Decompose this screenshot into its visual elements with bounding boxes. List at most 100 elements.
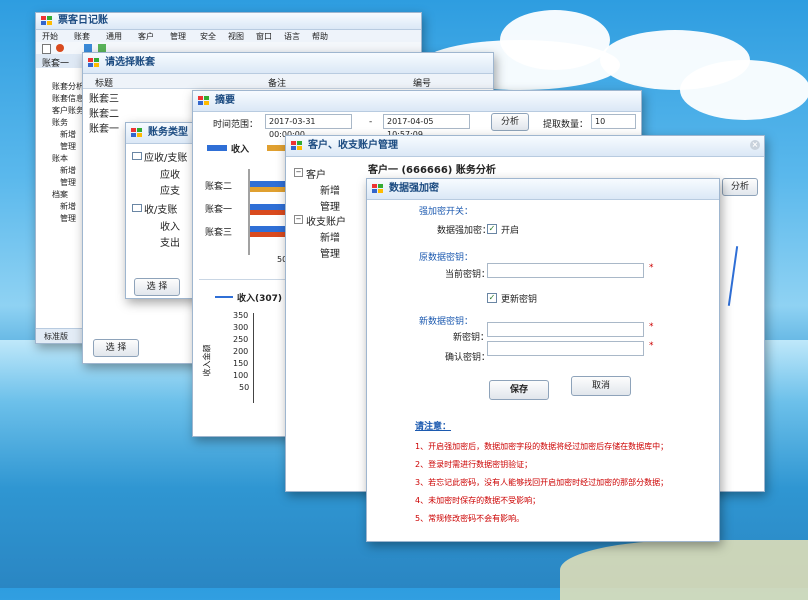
menu-customer[interactable]: 客户 — [138, 31, 154, 42]
window-icon[interactable] — [98, 44, 106, 52]
save-button[interactable]: 保存 — [489, 380, 549, 400]
analyze-button[interactable]: 分析 — [722, 178, 758, 196]
confirm-key-input[interactable] — [487, 341, 644, 356]
notice-title: 请注意： — [415, 422, 452, 432]
tree-customer[interactable]: 客户 — [306, 166, 326, 181]
tree-item[interactable]: 管理 — [60, 177, 76, 188]
window-icon — [88, 58, 99, 68]
type-item[interactable]: 支出 — [160, 234, 180, 249]
cloud — [500, 10, 610, 70]
menu-window[interactable]: 窗口 — [256, 31, 272, 42]
legend-income-swatch — [207, 145, 227, 151]
select-button[interactable]: 选 择 — [93, 339, 139, 357]
tree-item[interactable]: 账套信息 — [52, 93, 84, 104]
new-key-input[interactable] — [487, 322, 644, 337]
enable-label: 开启 — [501, 226, 520, 236]
tree-manage[interactable]: 管理 — [320, 198, 340, 213]
menu-ledger[interactable]: 账套 — [74, 31, 90, 42]
menu-general[interactable]: 通用 — [106, 31, 122, 42]
close-icon[interactable]: × — [750, 140, 760, 150]
table-row[interactable]: 账套三 — [89, 90, 119, 105]
folder-icon — [132, 204, 142, 212]
y-tick: 50 — [239, 383, 250, 392]
menu-help[interactable]: 帮助 — [312, 31, 328, 42]
new-icon[interactable] — [42, 44, 51, 54]
tree-item[interactable]: 账本 — [52, 153, 68, 164]
tree-accounts[interactable]: 收支账户 — [306, 213, 346, 228]
tree-item[interactable]: 客户账务 — [52, 105, 84, 116]
account-type-title: 账务类型 — [148, 127, 188, 138]
menu-start[interactable]: 开始 — [42, 31, 58, 42]
enable-checkbox[interactable]: ✓ — [487, 224, 497, 234]
beach — [560, 540, 808, 600]
menu-view[interactable]: 视图 — [228, 31, 244, 42]
category-label: 账套二 — [205, 182, 233, 192]
select-ledger-title: 请选择账套 — [105, 57, 155, 68]
start-date-input[interactable]: 2017-03-31 00:00:00 — [265, 114, 352, 139]
y-tick: 350 — [233, 311, 249, 320]
col-id[interactable]: 编号 — [413, 76, 431, 89]
encrypt-title: 数据强加密 — [389, 183, 439, 194]
y-tick: 250 — [233, 335, 249, 344]
change-key-label: 更新密钥 — [501, 295, 538, 305]
type-item[interactable]: 应收 — [160, 166, 180, 181]
collapse-icon[interactable]: − — [294, 168, 303, 177]
select-button[interactable]: 选 择 — [134, 278, 180, 296]
menu-security[interactable]: 安全 — [200, 31, 216, 42]
col-title[interactable]: 标题 — [95, 76, 113, 89]
type-item[interactable]: 应支 — [160, 182, 180, 197]
analyze-button[interactable]: 分析 — [491, 113, 529, 131]
summary-title: 摘要 — [215, 95, 235, 106]
tree-item[interactable]: 账务 — [52, 117, 68, 128]
end-date-input[interactable]: 2017-04-05 10:57:09 — [383, 114, 470, 139]
switch-section-label: 强加密开关： — [419, 207, 474, 217]
menu-manage[interactable]: 管理 — [170, 31, 186, 42]
tree-item[interactable]: 档案 — [52, 189, 68, 200]
range-label: 时间范围： — [213, 120, 259, 130]
encrypt-dialog: 数据强加密 强加密开关： 数据强加密： ✓ 开启 原数据密钥： 当前密钥： * … — [366, 178, 720, 542]
confirm-key-label: 确认密钥： — [445, 353, 491, 363]
tree-add[interactable]: 新增 — [320, 182, 340, 197]
notice-item: 5、常规修改密码不会有影响。 — [415, 514, 525, 523]
tree-item[interactable]: 新增 — [60, 129, 76, 140]
tree-manage[interactable]: 管理 — [320, 245, 340, 260]
notice-item: 4、未加密时保存的数据不受影响； — [415, 496, 541, 505]
tree-item[interactable]: 新增 — [60, 165, 76, 176]
folder-icon — [132, 152, 142, 160]
change-key-checkbox[interactable]: ✓ — [487, 293, 497, 303]
type-item[interactable]: 收入 — [160, 218, 180, 233]
y-tick: 100 — [233, 371, 249, 380]
cloud — [680, 60, 808, 120]
cancel-button[interactable]: 取消 — [571, 376, 631, 396]
settings-icon[interactable] — [84, 44, 92, 52]
new-key-section-label: 新数据密钥： — [419, 317, 474, 327]
current-key-input[interactable] — [487, 263, 644, 278]
range-dash: - — [369, 117, 373, 127]
new-key-label: 新密钥： — [453, 333, 490, 343]
notice-item: 1、开启强加密后，数据加密字段的数据将经过加密后存储在数据库中； — [415, 442, 669, 451]
tree-add[interactable]: 新增 — [320, 229, 340, 244]
tree-item[interactable]: 账套分析 — [52, 81, 84, 92]
nav-tree: 账套分析 账套信息 客户账务 账务 新增 管理 账本 新增 管理 档案 新增 管… — [36, 68, 85, 329]
tree-item[interactable]: 管理 — [60, 213, 76, 224]
menu-language[interactable]: 语言 — [284, 31, 300, 42]
y-tick: 300 — [233, 323, 249, 332]
y-tick: 150 — [233, 359, 249, 368]
group-label[interactable]: 收/支账 — [144, 201, 177, 216]
collapse-icon[interactable]: − — [294, 215, 303, 224]
encrypt-label: 数据强加密： — [437, 226, 492, 236]
edition-label: 标准版 — [44, 332, 68, 341]
analysis-heading: 客户一 (666666) 账务分析 — [368, 165, 496, 176]
customer-title: 客户、收支账户管理 — [308, 140, 398, 151]
count-input[interactable]: 10 — [591, 114, 636, 129]
table-row[interactable]: 账套二 — [89, 105, 119, 120]
col-remark[interactable]: 备注 — [268, 76, 286, 89]
group-label[interactable]: 应收/支账 — [144, 149, 187, 164]
window-icon — [198, 96, 209, 106]
user-icon[interactable] — [56, 44, 64, 52]
tree-item[interactable]: 管理 — [60, 141, 76, 152]
table-row[interactable]: 账套一 — [89, 120, 119, 135]
old-key-section-label: 原数据密钥： — [419, 253, 474, 263]
main-title: 票客日记账 — [58, 15, 108, 26]
tree-item[interactable]: 新增 — [60, 201, 76, 212]
